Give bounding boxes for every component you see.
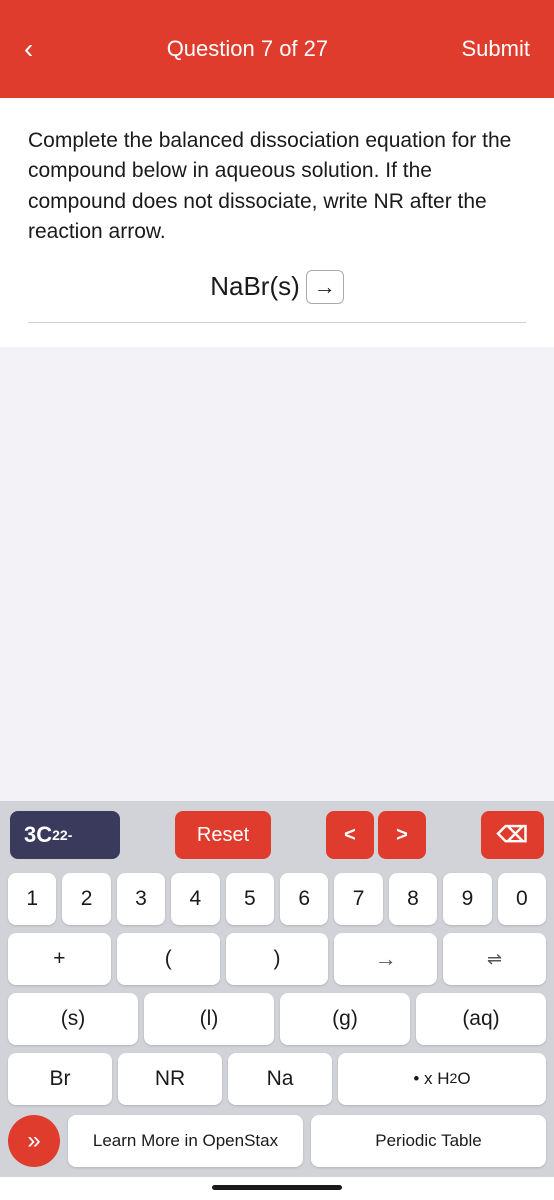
equation-display: NaBr(s) → (28, 270, 526, 323)
keyboard-area: 3C22- Reset < > ⌫ 1 2 3 4 5 6 7 8 9 0 + … (0, 801, 554, 1177)
key-5[interactable]: 5 (226, 873, 274, 925)
reset-button[interactable]: Reset (175, 811, 271, 859)
header: ‹ Question 7 of 27 Submit (0, 0, 554, 98)
key-open-paren[interactable]: ( (117, 933, 220, 985)
key-8[interactable]: 8 (389, 873, 437, 925)
skip-button[interactable]: » (8, 1115, 60, 1167)
nav-group: < > (326, 811, 426, 859)
key-equilibrium-arrow[interactable]: ⇌ (443, 933, 546, 985)
key-6[interactable]: 6 (280, 873, 328, 925)
key-4[interactable]: 4 (171, 873, 219, 925)
key-0[interactable]: 0 (498, 873, 546, 925)
key-1[interactable]: 1 (8, 873, 56, 925)
key-aqueous[interactable]: (aq) (416, 993, 546, 1045)
key-7[interactable]: 7 (334, 873, 382, 925)
footer-row: » Learn More in OpenStax Periodic Table (0, 1109, 554, 1177)
content-spacer (0, 347, 554, 801)
key-br[interactable]: Br (8, 1053, 112, 1105)
key-liquid[interactable]: (l) (144, 993, 274, 1045)
back-button[interactable]: ‹ (16, 27, 41, 71)
delete-button[interactable]: ⌫ (481, 811, 544, 859)
question-progress: Question 7 of 27 (167, 36, 328, 62)
operator-row: + ( ) → ⇌ (0, 929, 554, 989)
key-close-paren[interactable]: ) (226, 933, 329, 985)
equation-arrow: → (306, 270, 344, 304)
periodic-table-button[interactable]: Periodic Table (311, 1115, 546, 1167)
input-display: 3C22- (10, 811, 120, 859)
submit-button[interactable]: Submit (454, 28, 538, 70)
key-gas[interactable]: (g) (280, 993, 410, 1045)
key-9[interactable]: 9 (443, 873, 491, 925)
nav-left-button[interactable]: < (326, 811, 374, 859)
nav-right-button[interactable]: > (378, 811, 426, 859)
number-row: 1 2 3 4 5 6 7 8 9 0 (0, 869, 554, 929)
question-area: Complete the balanced dissociation equat… (0, 98, 554, 347)
key-plus[interactable]: + (8, 933, 111, 985)
key-nr[interactable]: NR (118, 1053, 222, 1105)
key-2[interactable]: 2 (62, 873, 110, 925)
question-text: Complete the balanced dissociation equat… (28, 126, 526, 248)
home-indicator (0, 1177, 554, 1200)
key-arrow[interactable]: → (334, 933, 437, 985)
key-na[interactable]: Na (228, 1053, 332, 1105)
element-row: Br NR Na • x H2O (0, 1049, 554, 1109)
input-row: 3C22- Reset < > ⌫ (0, 801, 554, 869)
key-3[interactable]: 3 (117, 873, 165, 925)
equation-compound: NaBr(s) (210, 271, 300, 302)
home-indicator-bar (212, 1185, 342, 1190)
learn-more-button[interactable]: Learn More in OpenStax (68, 1115, 303, 1167)
state-row: (s) (l) (g) (aq) (0, 989, 554, 1049)
key-solid[interactable]: (s) (8, 993, 138, 1045)
key-water[interactable]: • x H2O (338, 1053, 546, 1105)
